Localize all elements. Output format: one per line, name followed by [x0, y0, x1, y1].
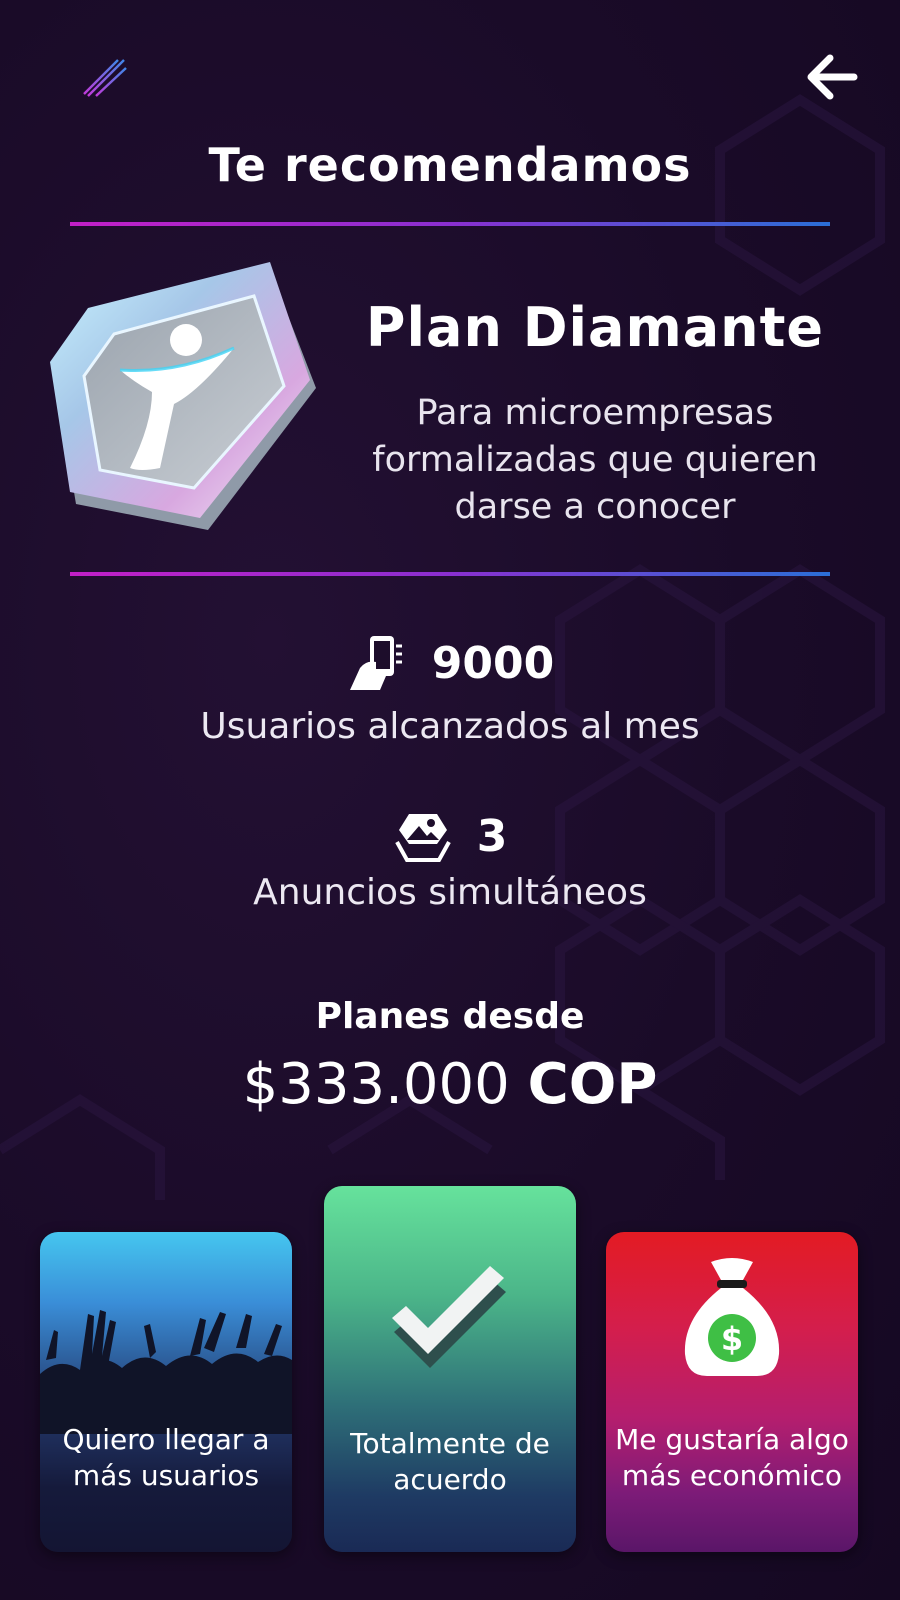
- back-arrow-icon[interactable]: [804, 52, 860, 102]
- pricing-amount: $333.000: [242, 1052, 510, 1117]
- checkmark-icon: [392, 1266, 506, 1368]
- plan-description-line: formalizadas que quieren: [372, 440, 818, 480]
- money-bag-icon: $: [684, 1258, 780, 1376]
- ads-icon: [394, 814, 451, 862]
- page-title: Te recomendamos: [208, 138, 692, 192]
- plan-description-line: Para microempresas: [416, 393, 774, 433]
- divider-bottom: [70, 572, 830, 576]
- option-label-line: acuerdo: [393, 1463, 507, 1496]
- stat-ads-value: 3: [476, 810, 508, 862]
- plan-description-line: darse a conocer: [454, 487, 736, 527]
- svg-text:$: $: [721, 1320, 743, 1358]
- option-agree-label: Totalmente de acuerdo: [324, 1426, 576, 1498]
- option-label-line: Me gustaría algo: [615, 1423, 849, 1456]
- divider-top: [70, 222, 830, 226]
- option-more-users-button[interactable]: Quiero llegar a más usuarios: [40, 1232, 292, 1552]
- option-agree-button[interactable]: Totalmente de acuerdo: [324, 1186, 576, 1552]
- pricing-label: Planes desde: [315, 996, 585, 1037]
- crowd-icon: [40, 1310, 292, 1434]
- option-label-line: más usuarios: [72, 1459, 260, 1492]
- option-more-users-label: Quiero llegar a más usuarios: [40, 1422, 292, 1494]
- pricing-value: $333.000 COP: [0, 1052, 900, 1117]
- stat-users-label: Usuarios alcanzados al mes: [200, 706, 700, 747]
- option-label-line: Totalmente de: [350, 1427, 550, 1460]
- option-label-line: Quiero llegar a: [62, 1423, 270, 1456]
- plan-name: Plan Diamante: [365, 296, 825, 359]
- option-cheaper-label: Me gustaría algo más económico: [606, 1422, 858, 1494]
- pricing-currency: COP: [527, 1052, 658, 1117]
- plan-description: Para microempresas formalizadas que quie…: [350, 390, 840, 531]
- stat-ads-label: Anuncios simultáneos: [253, 872, 647, 913]
- option-label-line: más económico: [621, 1459, 843, 1492]
- diamond-badge-icon: [50, 262, 316, 530]
- option-cheaper-button[interactable]: $ Me gustaría algo más económico: [606, 1232, 858, 1552]
- stat-users: 9000: [0, 632, 900, 694]
- stat-users-value: 9000: [431, 637, 555, 689]
- stat-ads: 3: [0, 808, 900, 864]
- izi-logo: [63, 49, 155, 99]
- phone-hand-icon: [349, 636, 402, 690]
